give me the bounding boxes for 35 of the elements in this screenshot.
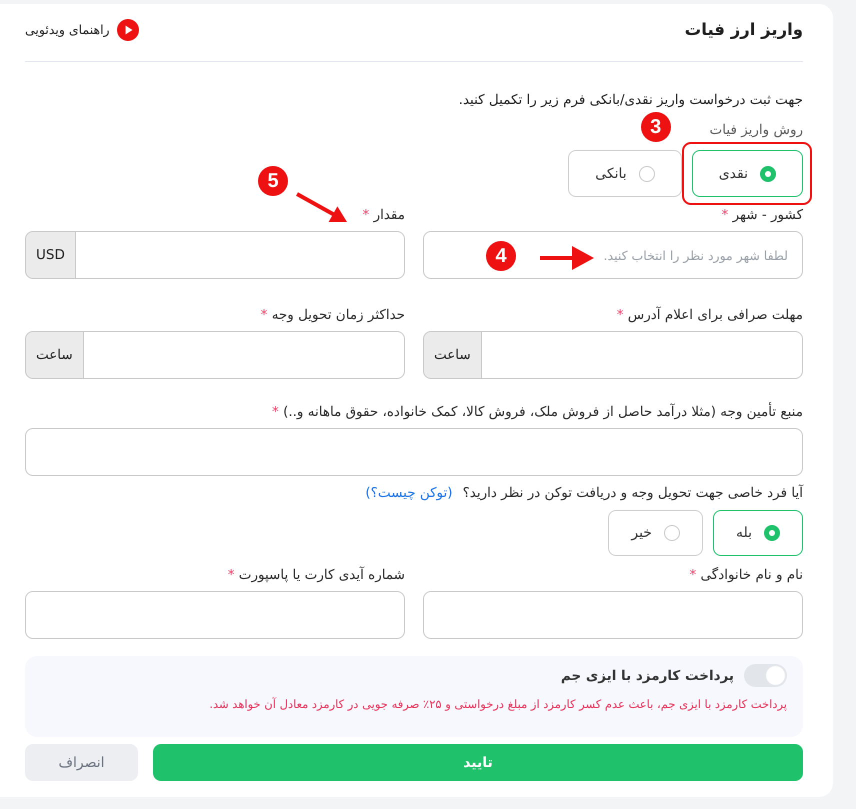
input-field[interactable] — [25, 591, 405, 639]
play-icon — [116, 18, 139, 40]
field-label: منبع تأمین وجه (مثلا درآمد حاصل از فروش ملک، فروش کالا، کمک خانواده، حقوق ماهانه و..) * — [272, 402, 803, 422]
unit-addon: USD — [25, 231, 76, 279]
intro-text: جهت ثبت درخواست واریز نقدی/بانکی فرم زیر را تکمیل کنید. — [458, 91, 803, 110]
annotation-arrow — [540, 244, 594, 272]
input-field[interactable] — [482, 331, 803, 379]
annotation-badge: 5 — [258, 166, 288, 196]
input-field[interactable] — [84, 331, 405, 379]
toggle-switch[interactable] — [744, 664, 787, 687]
page-title: واریز ارز فیات — [684, 20, 803, 39]
unit-addon: ساعت — [423, 331, 482, 379]
input-field[interactable] — [76, 231, 405, 279]
radio-option[interactable]: بانکی — [568, 150, 682, 197]
fee-title: پرداخت کارمزد با ایزی جم — [560, 668, 734, 684]
help-link[interactable]: (توکن چیست؟) — [365, 483, 453, 503]
field-label: شماره آیدی کارت یا پاسپورت * — [228, 566, 405, 585]
field-label: مهلت صرافی برای اعلام آدرس * — [616, 306, 803, 325]
radio-option[interactable]: خیر — [608, 510, 703, 556]
group-label: روش واریز فیات — [710, 121, 803, 140]
question-text: آیا فرد خاصی جهت تحویل وجه و دریافت توکن در نظر دارید؟ — [462, 484, 803, 503]
cancel-button[interactable]: انصراف — [25, 744, 138, 781]
annotation-arrow — [295, 192, 347, 223]
video-guide-link[interactable]: راهنمای ویدئویی — [25, 18, 139, 40]
field-label: حداکثر زمان تحویل وجه * — [260, 306, 405, 325]
input-field[interactable] — [423, 591, 803, 639]
field-label: مقدار * — [362, 206, 405, 225]
fee-note: پرداخت کارمزد با ایزی جم، باعث عدم کسر کارمزد از مبلغ درخواستی و ۲۵٪ صرفه جویی در کارمزد معادل آن خواهد شد. — [209, 696, 787, 713]
field-label: نام و نام خانوادگی * — [689, 566, 803, 585]
radio-option[interactable]: بله — [712, 510, 803, 556]
input-field[interactable] — [25, 428, 803, 476]
field-label: کشور - شهر * — [722, 206, 803, 225]
radio-option[interactable]: نقدی — [692, 150, 803, 197]
annotation-badge: 3 — [640, 112, 671, 142]
unit-addon: ساعت — [25, 331, 84, 379]
